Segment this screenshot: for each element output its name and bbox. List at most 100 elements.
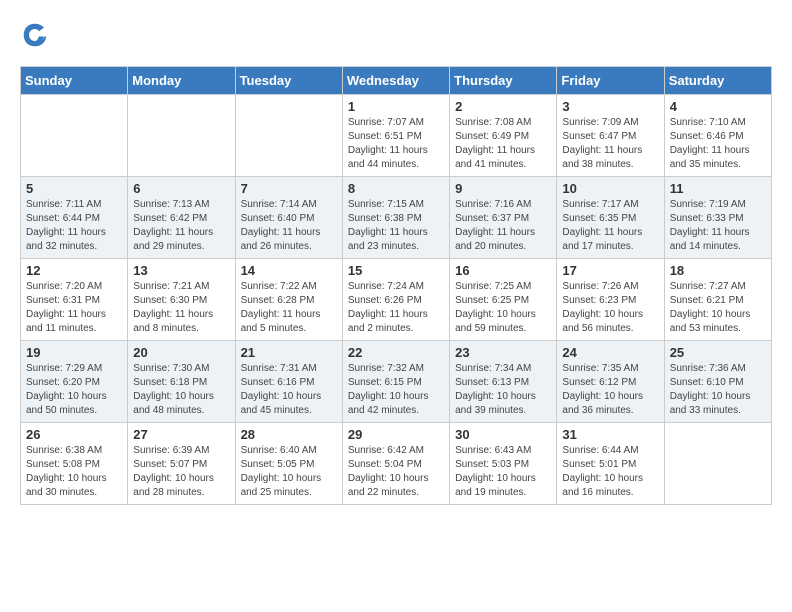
day-info: Sunrise: 7:10 AM Sunset: 6:46 PM Dayligh… xyxy=(670,116,766,172)
calendar-cell: 12 Sunrise: 7:20 AM Sunset: 6:31 PM Dayli… xyxy=(21,259,128,341)
calendar-cell: 8 Sunrise: 7:15 AM Sunset: 6:38 PM Daylig… xyxy=(342,177,449,259)
calendar-cell: 23 Sunrise: 7:34 AM Sunset: 6:13 PM Dayli… xyxy=(450,341,557,423)
day-number: 2 xyxy=(455,99,551,114)
day-info: Sunrise: 7:22 AM Sunset: 6:28 PM Dayligh… xyxy=(241,280,337,336)
day-info: Sunrise: 7:09 AM Sunset: 6:47 PM Dayligh… xyxy=(562,116,658,172)
day-number: 22 xyxy=(348,345,444,360)
day-info: Sunrise: 6:42 AM Sunset: 5:04 PM Dayligh… xyxy=(348,444,444,500)
day-info: Sunrise: 7:20 AM Sunset: 6:31 PM Dayligh… xyxy=(26,280,122,336)
day-number: 13 xyxy=(133,263,229,278)
day-number: 23 xyxy=(455,345,551,360)
weekday-header-friday: Friday xyxy=(557,67,664,95)
calendar-week-5: 26 Sunrise: 6:38 AM Sunset: 5:08 PM Dayli… xyxy=(21,423,772,505)
calendar-cell xyxy=(235,95,342,177)
calendar-week-3: 12 Sunrise: 7:20 AM Sunset: 6:31 PM Dayli… xyxy=(21,259,772,341)
calendar-cell: 18 Sunrise: 7:27 AM Sunset: 6:21 PM Dayli… xyxy=(664,259,771,341)
calendar-cell: 6 Sunrise: 7:13 AM Sunset: 6:42 PM Daylig… xyxy=(128,177,235,259)
day-number: 26 xyxy=(26,427,122,442)
day-number: 7 xyxy=(241,181,337,196)
day-info: Sunrise: 7:11 AM Sunset: 6:44 PM Dayligh… xyxy=(26,198,122,254)
weekday-header-monday: Monday xyxy=(128,67,235,95)
calendar-cell: 11 Sunrise: 7:19 AM Sunset: 6:33 PM Dayli… xyxy=(664,177,771,259)
day-info: Sunrise: 7:32 AM Sunset: 6:15 PM Dayligh… xyxy=(348,362,444,418)
calendar-cell xyxy=(21,95,128,177)
day-info: Sunrise: 7:26 AM Sunset: 6:23 PM Dayligh… xyxy=(562,280,658,336)
day-number: 11 xyxy=(670,181,766,196)
day-number: 9 xyxy=(455,181,551,196)
day-info: Sunrise: 6:39 AM Sunset: 5:07 PM Dayligh… xyxy=(133,444,229,500)
calendar-cell: 28 Sunrise: 6:40 AM Sunset: 5:05 PM Dayli… xyxy=(235,423,342,505)
calendar-cell: 9 Sunrise: 7:16 AM Sunset: 6:37 PM Daylig… xyxy=(450,177,557,259)
day-info: Sunrise: 6:38 AM Sunset: 5:08 PM Dayligh… xyxy=(26,444,122,500)
day-number: 31 xyxy=(562,427,658,442)
day-info: Sunrise: 7:13 AM Sunset: 6:42 PM Dayligh… xyxy=(133,198,229,254)
calendar-cell: 31 Sunrise: 6:44 AM Sunset: 5:01 PM Dayli… xyxy=(557,423,664,505)
day-info: Sunrise: 7:14 AM Sunset: 6:40 PM Dayligh… xyxy=(241,198,337,254)
calendar-cell: 2Sunrise: 7:08 AM Sunset: 6:49 PM Daylig… xyxy=(450,95,557,177)
day-info: Sunrise: 6:43 AM Sunset: 5:03 PM Dayligh… xyxy=(455,444,551,500)
day-number: 10 xyxy=(562,181,658,196)
day-number: 29 xyxy=(348,427,444,442)
day-number: 27 xyxy=(133,427,229,442)
calendar-cell: 21 Sunrise: 7:31 AM Sunset: 6:16 PM Dayli… xyxy=(235,341,342,423)
calendar-cell: 29 Sunrise: 6:42 AM Sunset: 5:04 PM Dayli… xyxy=(342,423,449,505)
calendar-cell: 20Sunrise: 7:30 AM Sunset: 6:18 PM Dayli… xyxy=(128,341,235,423)
weekday-header-row: SundayMondayTuesdayWednesdayThursdayFrid… xyxy=(21,67,772,95)
day-info: Sunrise: 7:19 AM Sunset: 6:33 PM Dayligh… xyxy=(670,198,766,254)
day-info: Sunrise: 7:29 AM Sunset: 6:20 PM Dayligh… xyxy=(26,362,122,418)
calendar-week-4: 19 Sunrise: 7:29 AM Sunset: 6:20 PM Dayli… xyxy=(21,341,772,423)
calendar-cell: 25 Sunrise: 7:36 AM Sunset: 6:10 PM Dayli… xyxy=(664,341,771,423)
calendar-table: SundayMondayTuesdayWednesdayThursdayFrid… xyxy=(20,66,772,505)
day-info: Sunrise: 7:15 AM Sunset: 6:38 PM Dayligh… xyxy=(348,198,444,254)
day-number: 28 xyxy=(241,427,337,442)
day-info: Sunrise: 7:30 AM Sunset: 6:18 PM Dayligh… xyxy=(133,362,229,418)
day-info: Sunrise: 6:44 AM Sunset: 5:01 PM Dayligh… xyxy=(562,444,658,500)
calendar-week-1: 1 Sunrise: 7:07 AM Sunset: 6:51 PM Daylig… xyxy=(21,95,772,177)
day-number: 6 xyxy=(133,181,229,196)
calendar-cell: 13 Sunrise: 7:21 AM Sunset: 6:30 PM Dayli… xyxy=(128,259,235,341)
calendar-cell: 4 Sunrise: 7:10 AM Sunset: 6:46 PM Daylig… xyxy=(664,95,771,177)
day-number: 12 xyxy=(26,263,122,278)
day-number: 16 xyxy=(455,263,551,278)
day-number: 8 xyxy=(348,181,444,196)
calendar-cell: 15Sunrise: 7:24 AM Sunset: 6:26 PM Dayli… xyxy=(342,259,449,341)
calendar-cell: 22 Sunrise: 7:32 AM Sunset: 6:15 PM Dayli… xyxy=(342,341,449,423)
calendar-cell: 14Sunrise: 7:22 AM Sunset: 6:28 PM Dayli… xyxy=(235,259,342,341)
calendar-cell: 16 Sunrise: 7:25 AM Sunset: 6:25 PM Dayli… xyxy=(450,259,557,341)
day-number: 25 xyxy=(670,345,766,360)
day-number: 1 xyxy=(348,99,444,114)
day-number: 5 xyxy=(26,181,122,196)
calendar-cell: 7 Sunrise: 7:14 AM Sunset: 6:40 PM Daylig… xyxy=(235,177,342,259)
logo-icon xyxy=(20,20,50,50)
calendar-cell xyxy=(664,423,771,505)
day-info: Sunrise: 7:16 AM Sunset: 6:37 PM Dayligh… xyxy=(455,198,551,254)
day-number: 3 xyxy=(562,99,658,114)
day-number: 4 xyxy=(670,99,766,114)
calendar-cell xyxy=(128,95,235,177)
calendar-cell: 30 Sunrise: 6:43 AM Sunset: 5:03 PM Dayli… xyxy=(450,423,557,505)
day-number: 21 xyxy=(241,345,337,360)
day-info: Sunrise: 6:40 AM Sunset: 5:05 PM Dayligh… xyxy=(241,444,337,500)
day-info: Sunrise: 7:27 AM Sunset: 6:21 PM Dayligh… xyxy=(670,280,766,336)
calendar-cell: 27 Sunrise: 6:39 AM Sunset: 5:07 PM Dayli… xyxy=(128,423,235,505)
day-number: 18 xyxy=(670,263,766,278)
day-info: Sunrise: 7:17 AM Sunset: 6:35 PM Dayligh… xyxy=(562,198,658,254)
day-number: 24 xyxy=(562,345,658,360)
day-number: 30 xyxy=(455,427,551,442)
day-number: 19 xyxy=(26,345,122,360)
day-info: Sunrise: 7:34 AM Sunset: 6:13 PM Dayligh… xyxy=(455,362,551,418)
day-info: Sunrise: 7:07 AM Sunset: 6:51 PM Dayligh… xyxy=(348,116,444,172)
weekday-header-tuesday: Tuesday xyxy=(235,67,342,95)
calendar-cell: 19 Sunrise: 7:29 AM Sunset: 6:20 PM Dayli… xyxy=(21,341,128,423)
day-info: Sunrise: 7:21 AM Sunset: 6:30 PM Dayligh… xyxy=(133,280,229,336)
calendar-cell: 1 Sunrise: 7:07 AM Sunset: 6:51 PM Daylig… xyxy=(342,95,449,177)
day-info: Sunrise: 7:25 AM Sunset: 6:25 PM Dayligh… xyxy=(455,280,551,336)
day-info: Sunrise: 7:31 AM Sunset: 6:16 PM Dayligh… xyxy=(241,362,337,418)
page-header xyxy=(20,20,772,50)
weekday-header-thursday: Thursday xyxy=(450,67,557,95)
logo xyxy=(20,20,56,50)
day-info: Sunrise: 7:36 AM Sunset: 6:10 PM Dayligh… xyxy=(670,362,766,418)
weekday-header-saturday: Saturday xyxy=(664,67,771,95)
calendar-cell: 26 Sunrise: 6:38 AM Sunset: 5:08 PM Dayli… xyxy=(21,423,128,505)
day-info: Sunrise: 7:24 AM Sunset: 6:26 PM Dayligh… xyxy=(348,280,444,336)
